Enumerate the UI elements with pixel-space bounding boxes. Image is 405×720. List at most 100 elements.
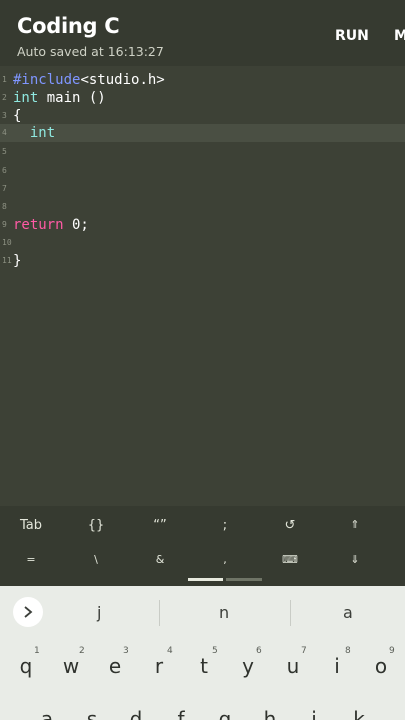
more-button[interactable]: M bbox=[394, 28, 405, 44]
key-hint: 1 bbox=[34, 646, 40, 656]
line-number: 8 bbox=[2, 202, 7, 211]
comma-key[interactable]: , bbox=[205, 553, 245, 566]
key-h[interactable]: h bbox=[255, 707, 285, 720]
key-letter: w bbox=[62, 654, 80, 678]
key-hint: 4 bbox=[167, 646, 173, 656]
line-number: 3 bbox=[2, 111, 7, 120]
key-j[interactable]: j bbox=[299, 707, 329, 720]
key-i[interactable]: i8 bbox=[323, 646, 357, 692]
suggestion-divider bbox=[159, 600, 160, 626]
autosave-status: Auto saved at 16:13:27 bbox=[17, 44, 164, 59]
code-token: 0; bbox=[63, 217, 89, 233]
suggestion-item[interactable]: a bbox=[343, 603, 353, 622]
line-number: 9 bbox=[2, 220, 7, 229]
code-token: <studio.h> bbox=[80, 72, 165, 88]
code-text: { bbox=[13, 108, 21, 124]
key-d[interactable]: d bbox=[121, 707, 151, 720]
key-y[interactable]: y6 bbox=[234, 646, 268, 692]
key-q[interactable]: q1 bbox=[12, 646, 46, 692]
app-bar: Coding C Auto saved at 16:13:27 RUN M bbox=[0, 0, 405, 66]
code-token: } bbox=[13, 253, 22, 269]
code-text: #include<studio.h> bbox=[13, 72, 165, 88]
tab-key[interactable]: Tab bbox=[11, 518, 51, 533]
key-e[interactable]: e3 bbox=[101, 646, 135, 692]
line-number: 1 bbox=[2, 75, 7, 84]
arrow-up-icon[interactable]: ⇑ bbox=[335, 518, 375, 531]
symbol-bar: Tab {} “”; ↺ ⇑ = \ &, ⌨ ⇓ bbox=[0, 506, 405, 586]
arrow-down-icon[interactable]: ⇓ bbox=[335, 553, 375, 566]
key-s[interactable]: s bbox=[77, 707, 107, 720]
key-r[interactable]: r4 bbox=[145, 646, 179, 692]
key-letter: t bbox=[200, 654, 208, 678]
key-g[interactable]: g bbox=[210, 707, 240, 720]
code-line[interactable]: 4 int bbox=[0, 124, 405, 142]
key-hint: 9 bbox=[389, 646, 395, 656]
keyboard-icon[interactable]: ⌨ bbox=[270, 553, 310, 566]
chevron-right-icon bbox=[24, 606, 33, 618]
code-line[interactable]: 5 bbox=[0, 143, 405, 161]
code-token: return bbox=[13, 217, 64, 233]
undo-icon[interactable]: ↺ bbox=[270, 518, 310, 533]
code-token: int bbox=[13, 125, 56, 141]
code-line[interactable]: 3{ bbox=[0, 107, 405, 125]
key-letter: r bbox=[154, 654, 164, 678]
key-hint: 7 bbox=[301, 646, 307, 656]
key-w[interactable]: w2 bbox=[57, 646, 91, 692]
key-letter: y bbox=[242, 654, 254, 678]
key-letter: u bbox=[286, 654, 300, 678]
code-line[interactable]: 8 bbox=[0, 198, 405, 216]
code-line[interactable]: 10 bbox=[0, 234, 405, 252]
page-indicator-active bbox=[188, 578, 223, 581]
key-u[interactable]: u7 bbox=[279, 646, 313, 692]
code-line[interactable]: 2 int main () bbox=[0, 89, 405, 107]
key-hint: 3 bbox=[123, 646, 129, 656]
code-text: } bbox=[13, 253, 21, 269]
key-a[interactable]: a bbox=[32, 707, 62, 720]
key-letter: i bbox=[334, 654, 340, 678]
page-indicator-inactive bbox=[226, 578, 262, 581]
suggestion-item[interactable]: j bbox=[97, 603, 101, 622]
soft-keyboard: jnaq1w2e3r4t5y6u7i8o9asdfghjk bbox=[0, 586, 405, 720]
line-number: 5 bbox=[2, 147, 7, 156]
key-hint: 5 bbox=[212, 646, 218, 656]
code-line[interactable]: 9 return 0; bbox=[0, 216, 405, 234]
key-hint: 8 bbox=[345, 646, 351, 656]
line-number: 11 bbox=[2, 256, 12, 265]
key-hint: 6 bbox=[256, 646, 262, 656]
code-token: main () bbox=[38, 90, 106, 106]
braces-key[interactable]: {} bbox=[76, 518, 116, 533]
code-token: int bbox=[13, 90, 39, 106]
line-number: 6 bbox=[2, 166, 7, 175]
run-button[interactable]: RUN bbox=[335, 28, 369, 44]
suggestion-item[interactable]: n bbox=[219, 603, 229, 622]
line-number: 2 bbox=[2, 93, 7, 102]
key-letter: o bbox=[374, 654, 388, 678]
code-editor[interactable]: 1 #include<studio.h> 2 int main () 3{4 int 5 6… bbox=[0, 66, 405, 506]
code-token: #include bbox=[13, 72, 81, 88]
quotes-key[interactable]: “” bbox=[140, 518, 180, 533]
code-token: { bbox=[13, 108, 22, 124]
suggestion-divider bbox=[290, 600, 291, 626]
code-line[interactable]: 11} bbox=[0, 252, 405, 270]
key-letter: q bbox=[19, 654, 33, 678]
backslash-key[interactable]: \ bbox=[76, 553, 116, 566]
key-letter: e bbox=[108, 654, 122, 678]
code-text: int bbox=[13, 125, 55, 141]
code-line[interactable]: 1 #include<studio.h> bbox=[0, 71, 405, 89]
code-line[interactable]: 6 bbox=[0, 162, 405, 180]
key-f[interactable]: f bbox=[166, 707, 196, 720]
line-number: 7 bbox=[2, 184, 7, 193]
key-o[interactable]: o9 bbox=[367, 646, 401, 692]
equals-key[interactable]: = bbox=[11, 553, 51, 566]
line-number: 10 bbox=[2, 238, 12, 247]
expand-suggestions-button[interactable] bbox=[13, 597, 43, 627]
key-hint: 2 bbox=[79, 646, 85, 656]
semicolon-key[interactable]: ; bbox=[205, 518, 245, 533]
code-text: return 0; bbox=[13, 217, 89, 233]
key-t[interactable]: t5 bbox=[190, 646, 224, 692]
ampersand-key[interactable]: & bbox=[140, 553, 180, 566]
code-line[interactable]: 7 bbox=[0, 180, 405, 198]
code-text: int main () bbox=[13, 90, 106, 106]
key-k[interactable]: k bbox=[344, 707, 374, 720]
page-title: Coding C bbox=[17, 14, 120, 38]
